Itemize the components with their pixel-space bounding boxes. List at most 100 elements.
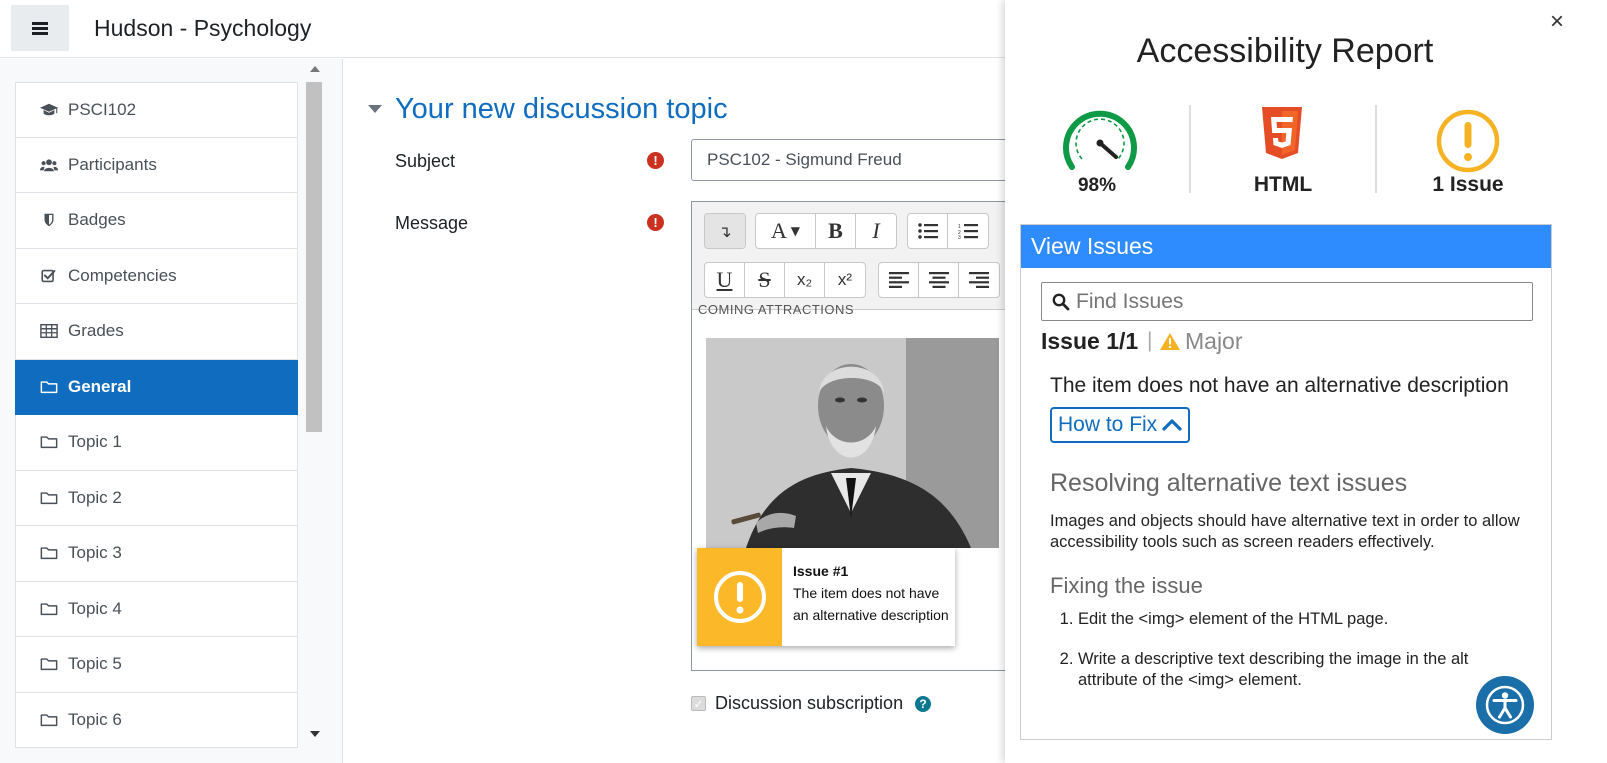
svg-text:3: 3 (958, 235, 961, 239)
section-title[interactable]: Your new discussion topic (395, 93, 728, 126)
collapse-caret-icon[interactable] (368, 105, 382, 113)
issue-tooltip-title: Issue #1 (793, 563, 849, 579)
fix-step: Write a descriptive text describing the … (1078, 649, 1528, 691)
issue-tooltip-text: Issue #1 The item does not have an alter… (782, 548, 955, 646)
nav-item-label: Grades (68, 321, 124, 341)
toolbar-group-lists: 123 (907, 213, 989, 249)
nav-item-label: Topic 6 (68, 709, 122, 729)
nav-item-participants[interactable]: Participants (15, 137, 298, 193)
italic-button[interactable]: I (856, 214, 896, 248)
subscription-checkbox[interactable]: ✓ (691, 696, 706, 711)
scroll-thumb[interactable] (306, 82, 322, 432)
drawer-toggle-button[interactable] (11, 5, 69, 51)
nav-item-grades[interactable]: Grades (15, 304, 298, 360)
drawer-scrollbar[interactable] (304, 59, 324, 763)
folder-icon (40, 656, 68, 672)
graduation-cap-icon (40, 102, 68, 118)
close-icon[interactable]: × (1550, 10, 1564, 34)
toolbar-group-collapse: ↴ (704, 213, 746, 249)
nav-item-label: Competencies (68, 265, 177, 285)
accessibility-report-panel: × Accessibility Report 98% HTML 1 Issue … (1005, 0, 1607, 763)
toolbar-group-text: A ▼ B I (755, 213, 897, 249)
table-icon (40, 323, 68, 339)
nav-item-general[interactable]: General (15, 359, 298, 415)
resolve-heading: Resolving alternative text issues (1050, 469, 1408, 497)
warning-triangle-icon (1160, 333, 1180, 350)
resolve-text: Images and objects should have alternati… (1050, 512, 1520, 551)
align-center-button[interactable] (919, 263, 959, 297)
check-square-icon (40, 268, 68, 284)
nav-item-topic-2[interactable]: Topic 2 (15, 470, 298, 526)
nav-item-label: Topic 2 (68, 487, 122, 507)
accessibility-widget-button[interactable] (1476, 676, 1534, 734)
score-label: 98% (1077, 175, 1117, 196)
subject-input[interactable] (691, 139, 1021, 181)
font-style-button[interactable]: A ▼ (756, 214, 816, 248)
nav-item-label: PSCI102 (68, 99, 137, 119)
view-issues-header[interactable]: View Issues (1021, 225, 1551, 268)
issue-tooltip-description: The item does not have an alternative de… (793, 585, 949, 623)
fix-steps-list: Edit the <img> element of the HTML page.… (1078, 609, 1528, 710)
site-title[interactable]: Hudson - Psychology (94, 15, 311, 42)
help-icon[interactable]: ? (915, 695, 932, 712)
hamburger-icon (32, 22, 48, 35)
how-to-fix-label: How to Fix (1058, 413, 1158, 436)
format-label: HTML (1253, 173, 1313, 196)
scroll-up-arrow[interactable] (310, 66, 320, 72)
align-left-button[interactable] (879, 263, 919, 297)
subject-label: Subject (395, 151, 456, 171)
strikethrough-button[interactable]: S (745, 263, 785, 297)
numbered-list-button[interactable]: 123 (948, 214, 988, 248)
required-icon: ! (647, 152, 664, 169)
superscript-button[interactable]: x² (825, 263, 865, 297)
nav-item-topic-6[interactable]: Topic 6 (15, 692, 298, 748)
nav-item-psci102[interactable]: PSCI102 (15, 82, 298, 138)
discussion-form: Your new discussion topic Subject ! Mess… (344, 59, 1034, 763)
view-issues-box: View Issues Issue 1/1 | Major The item d… (1020, 224, 1552, 740)
required-icon: ! (647, 214, 664, 231)
fix-step: Edit the <img> element of the HTML page. (1078, 609, 1528, 630)
toolbar-group-align (878, 262, 1000, 298)
nav-item-competencies[interactable]: Competencies (15, 248, 298, 304)
bullet-list-button[interactable] (908, 214, 948, 248)
message-label: Message (395, 213, 469, 233)
nav-item-topic-4[interactable]: Topic 4 (15, 581, 298, 637)
nav-item-topic-1[interactable]: Topic 1 (15, 415, 298, 471)
underline-button[interactable]: U (705, 263, 745, 297)
search-icon (1052, 293, 1070, 310)
editor-heading-text: COMING ATTRACTIONS (698, 302, 855, 317)
issue-severity-label: Major (1185, 328, 1243, 354)
bold-button[interactable]: B (816, 214, 856, 248)
nav-item-badges[interactable]: Badges (15, 193, 298, 249)
folder-icon (40, 545, 68, 561)
metric-divider (1375, 105, 1377, 193)
message-editor[interactable]: ↴ A ▼ B I 123 U S x₂ x² COMING ATTRACTIO… (691, 201, 1021, 671)
nav-item-label: Topic 3 (68, 543, 122, 563)
report-title: Accessibility Report (1136, 32, 1434, 70)
align-right-button[interactable] (959, 263, 999, 297)
chevron-up-icon (1162, 419, 1182, 431)
issue-separator: | (1147, 329, 1153, 352)
find-issues-input[interactable] (1076, 289, 1516, 314)
folder-icon (40, 601, 68, 617)
toolbar-toggle-button[interactable]: ↴ (705, 214, 745, 248)
nav-item-topic-5[interactable]: Topic 5 (15, 637, 298, 693)
nav-item-label: Topic 4 (68, 598, 122, 618)
subscript-button[interactable]: x₂ (785, 263, 825, 297)
editor-content-area[interactable]: COMING ATTRACTIONS Issue #1 The item doe… (692, 302, 1020, 670)
portrait-image[interactable] (706, 338, 999, 548)
how-to-fix-button[interactable]: How to Fix (1050, 407, 1190, 443)
warning-circle-icon (1436, 109, 1500, 173)
nav-item-topic-3[interactable]: Topic 3 (15, 526, 298, 582)
nav-item-label: Participants (68, 154, 157, 174)
scroll-down-arrow[interactable] (310, 731, 320, 737)
fix-heading: Fixing the issue (1050, 573, 1203, 598)
top-navbar: Hudson - Psychology (0, 0, 1030, 58)
issues-count-label: 1 Issue (1432, 173, 1504, 196)
accessibility-icon (1485, 685, 1525, 725)
issue-tooltip[interactable]: Issue #1 The item does not have an alter… (697, 548, 955, 646)
nav-item-label: Badges (68, 210, 126, 230)
course-navigation-drawer: PSCI102 Participants Badges Competencies Gra… (0, 59, 343, 763)
discussion-subscription-row: ✓ Discussion subscription ? (691, 693, 932, 714)
find-issues-field[interactable] (1041, 282, 1533, 321)
